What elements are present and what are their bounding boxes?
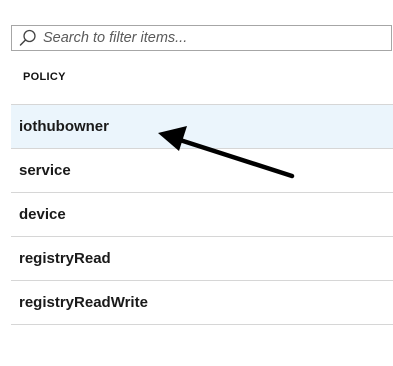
list-item[interactable]: service bbox=[11, 149, 393, 193]
search-box[interactable] bbox=[11, 25, 392, 51]
list-item-label: registryRead bbox=[19, 250, 111, 267]
list-item-label: registryReadWrite bbox=[19, 294, 148, 311]
column-header-policy[interactable]: POLICY bbox=[23, 71, 66, 83]
policy-list-panel: POLICY iothubowner service device regist… bbox=[0, 0, 393, 366]
policy-list: iothubowner service device registryRead … bbox=[11, 104, 393, 325]
search-input[interactable] bbox=[39, 27, 373, 49]
list-item-label: device bbox=[19, 206, 66, 223]
list-item[interactable]: iothubowner bbox=[11, 105, 393, 149]
list-item[interactable]: registryReadWrite bbox=[11, 281, 393, 325]
list-item-label: service bbox=[19, 162, 71, 179]
list-item-label: iothubowner bbox=[19, 118, 109, 135]
search-icon bbox=[17, 27, 39, 49]
list-item[interactable]: registryRead bbox=[11, 237, 393, 281]
list-item[interactable]: device bbox=[11, 193, 393, 237]
